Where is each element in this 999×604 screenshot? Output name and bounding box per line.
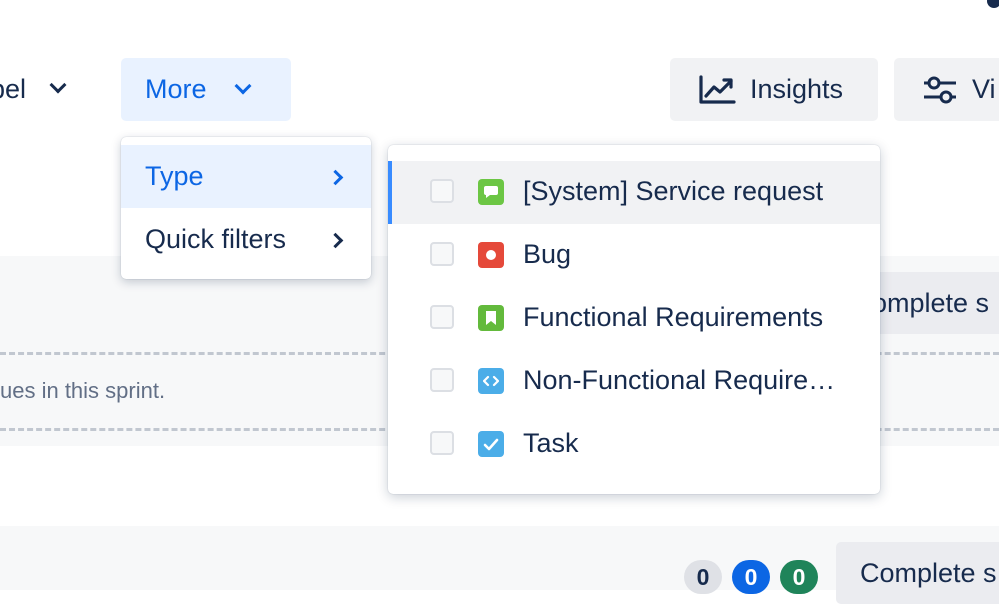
checkbox[interactable] — [430, 305, 454, 329]
menu-item-quick-filters-label: Quick filters — [145, 224, 287, 254]
more-filter-label: More — [145, 74, 207, 104]
done-count-badge: 0 — [780, 560, 818, 594]
insights-button[interactable]: Insights — [670, 58, 878, 121]
checkbox[interactable] — [430, 368, 454, 392]
view-settings-button[interactable]: Vi — [894, 58, 999, 121]
speech-bubble-icon — [478, 179, 504, 205]
type-option-label: Functional Requirements — [523, 302, 824, 332]
type-option-label: Non-Functional Require… — [523, 365, 836, 395]
type-option-functional-requirements[interactable]: Functional Requirements — [388, 287, 880, 350]
type-option-label: Task — [523, 428, 579, 458]
more-filter-button[interactable]: More — [121, 58, 291, 121]
checkmark-icon — [478, 431, 504, 457]
complete-sprint-button-2[interactable]: Complete s — [836, 542, 999, 604]
chevron-right-icon — [327, 232, 344, 249]
type-option-non-functional-requirements[interactable]: Non-Functional Require… — [388, 350, 880, 413]
type-option-label: [System] Service request — [523, 176, 824, 206]
complete-sprint-label: Complete s — [860, 557, 997, 588]
chevron-down-icon — [234, 77, 252, 94]
view-settings-label: Vi — [972, 74, 996, 104]
sliders-icon — [924, 76, 956, 103]
in-progress-count-badge: 0 — [732, 560, 770, 594]
insights-label: Insights — [750, 74, 844, 104]
more-dropdown-menu: Type Quick filters — [121, 137, 371, 279]
menu-item-type[interactable]: Type — [121, 145, 371, 208]
menu-item-quick-filters[interactable]: Quick filters — [121, 208, 371, 271]
bookmark-icon — [478, 305, 504, 331]
label-filter-button[interactable]: bel — [0, 58, 67, 120]
menu-item-type-label: Type — [145, 161, 204, 191]
complete-sprint-label: omplete s — [872, 287, 990, 318]
type-option-bug[interactable]: Bug — [388, 224, 880, 287]
checkbox[interactable] — [430, 431, 454, 455]
chevron-right-icon — [327, 169, 344, 186]
type-option-label: Bug — [523, 239, 572, 269]
bug-icon — [478, 242, 504, 268]
type-option-task[interactable]: Task — [388, 413, 880, 476]
label-filter-text: bel — [0, 73, 27, 104]
checkbox[interactable] — [430, 179, 454, 203]
code-icon — [478, 368, 504, 394]
trend-chart-icon — [699, 74, 736, 104]
type-option-service-request[interactable]: [System] Service request — [388, 161, 880, 224]
type-submenu: [System] Service request Bug Functional … — [388, 145, 880, 494]
empty-sprint-message: ues in this sprint. — [0, 378, 166, 403]
todo-count-badge: 0 — [684, 560, 722, 594]
chevron-down-icon — [49, 76, 67, 94]
checkbox[interactable] — [430, 242, 454, 266]
toolbar-edge-dot — [987, 0, 999, 8]
